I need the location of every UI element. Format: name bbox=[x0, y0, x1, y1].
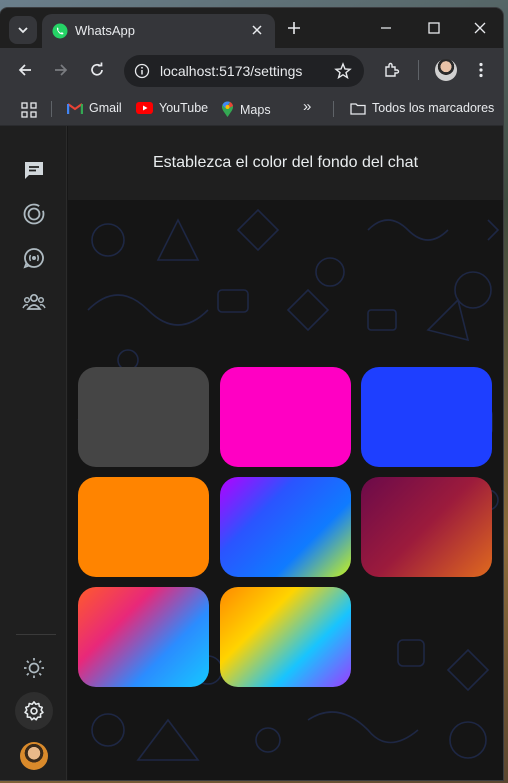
bookmark-label: Maps bbox=[240, 102, 271, 117]
background-swatch-magenta[interactable] bbox=[220, 367, 351, 467]
youtube-icon bbox=[136, 102, 153, 114]
settings-gear-icon bbox=[24, 701, 44, 721]
back-arrow-icon[interactable] bbox=[16, 61, 34, 79]
background-swatch-maroon-orange[interactable] bbox=[361, 477, 492, 577]
bookmark-gmail[interactable]: Gmail bbox=[67, 101, 122, 115]
forward-arrow-icon[interactable] bbox=[52, 61, 70, 79]
chats-icon[interactable] bbox=[22, 158, 46, 182]
theme-toggle-icon[interactable] bbox=[22, 656, 46, 680]
whatsapp-app: Establezca el color del fondo del chat bbox=[0, 126, 503, 780]
bookmark-label: Gmail bbox=[89, 101, 122, 115]
toolbar-divider bbox=[418, 60, 419, 80]
reload-icon[interactable] bbox=[88, 61, 106, 79]
background-swatch-blue[interactable] bbox=[361, 367, 492, 467]
background-swatch-gray[interactable] bbox=[78, 367, 209, 467]
bookmarks-bar: Gmail YouTube Maps » Todos los marcadore… bbox=[0, 92, 503, 126]
title-bar: WhatsApp bbox=[0, 8, 503, 48]
channels-icon[interactable] bbox=[22, 246, 46, 270]
address-bar[interactable]: localhost:5173/settings bbox=[124, 55, 364, 87]
background-swatch-yellow-blue-purple[interactable] bbox=[220, 587, 351, 687]
status-icon[interactable] bbox=[22, 202, 46, 226]
active-tab[interactable]: WhatsApp bbox=[42, 14, 275, 48]
new-tab-icon[interactable] bbox=[286, 20, 302, 36]
bookmark-youtube[interactable]: YouTube bbox=[136, 101, 208, 115]
page-title: Establezca el color del fondo del chat bbox=[152, 154, 419, 171]
background-swatch-orange[interactable] bbox=[78, 477, 209, 577]
tab-search-button[interactable] bbox=[9, 16, 37, 44]
url-text: localhost:5173/settings bbox=[160, 63, 303, 79]
extensions-icon[interactable] bbox=[383, 61, 401, 79]
browser-toolbar: localhost:5173/settings bbox=[0, 48, 503, 92]
chevron-down-icon bbox=[18, 27, 28, 34]
sidebar-divider bbox=[16, 634, 56, 635]
close-tab-icon[interactable] bbox=[249, 22, 265, 38]
browser-profile-avatar[interactable] bbox=[435, 59, 457, 81]
bookmark-separator bbox=[51, 101, 52, 117]
bookmark-separator bbox=[333, 101, 334, 117]
profile-avatar[interactable] bbox=[20, 742, 48, 770]
background-swatch-red-pink-blue[interactable] bbox=[78, 587, 209, 687]
background-swatch-purple-blue-lime[interactable] bbox=[220, 477, 351, 577]
more-menu-icon[interactable] bbox=[472, 61, 490, 79]
apps-grid-icon[interactable] bbox=[21, 102, 37, 118]
minimize-icon[interactable] bbox=[378, 20, 394, 36]
sidebar bbox=[0, 126, 67, 780]
maximize-icon[interactable] bbox=[426, 20, 442, 36]
settings-panel: Establezca el color del fondo del chat bbox=[68, 126, 503, 780]
whatsapp-icon bbox=[52, 23, 68, 39]
folder-icon bbox=[350, 102, 366, 115]
maps-icon bbox=[222, 101, 233, 117]
tab-title: WhatsApp bbox=[75, 23, 135, 38]
settings-button[interactable] bbox=[15, 692, 53, 730]
gmail-icon bbox=[67, 102, 83, 114]
close-window-icon[interactable] bbox=[472, 20, 488, 36]
settings-header: Establezca el color del fondo del chat bbox=[68, 126, 503, 200]
more-bookmarks-chevron-icon[interactable]: » bbox=[303, 98, 311, 115]
browser-window: WhatsApp localhost:5173/settings Gmail Y… bbox=[0, 8, 503, 780]
all-bookmarks-label: Todos los marcadores bbox=[372, 101, 495, 115]
bookmark-label: YouTube bbox=[159, 101, 209, 115]
all-bookmarks-folder[interactable]: Todos los marcadores bbox=[350, 101, 494, 115]
bookmark-star-icon[interactable] bbox=[334, 62, 352, 80]
chat-background-pattern bbox=[68, 200, 503, 780]
communities-icon[interactable] bbox=[22, 290, 46, 314]
bookmark-maps[interactable]: Maps bbox=[221, 101, 271, 118]
site-info-icon[interactable] bbox=[134, 63, 150, 79]
